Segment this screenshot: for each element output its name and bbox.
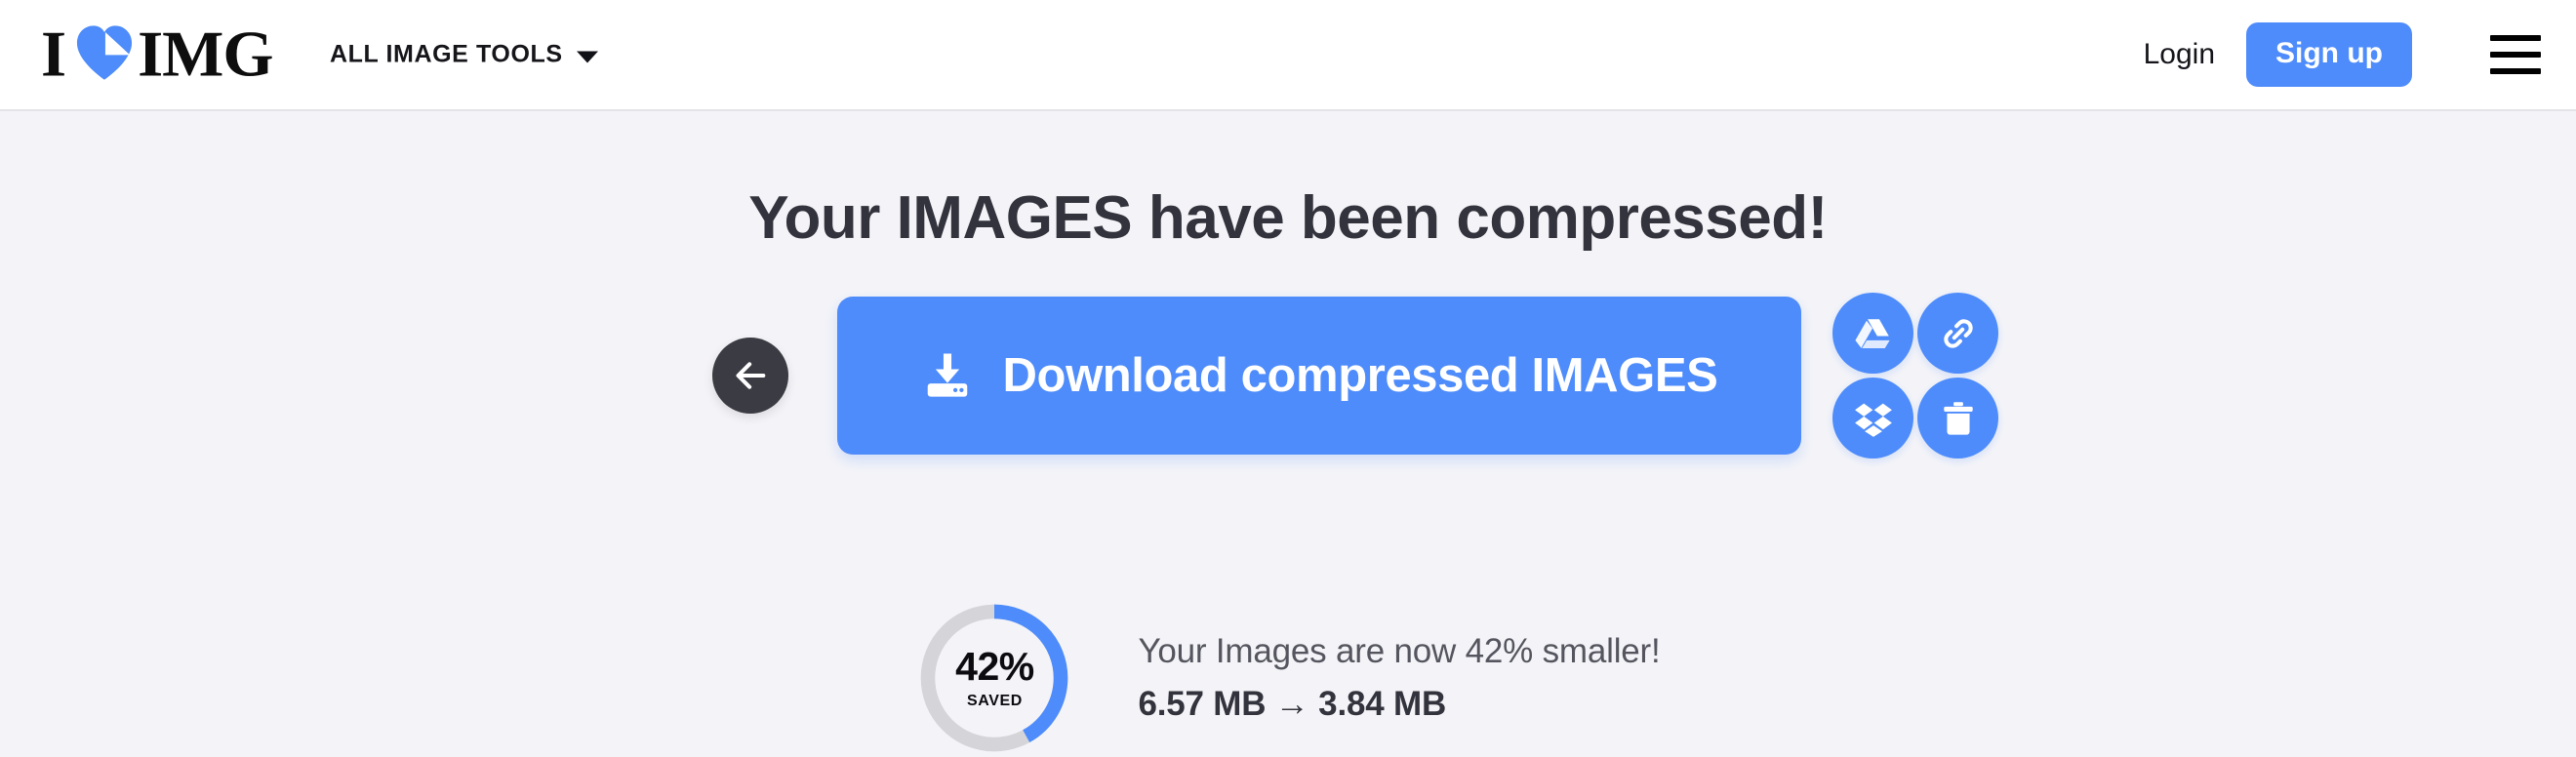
download-action-row: Download compressed IMAGES bbox=[712, 293, 1998, 458]
hamburger-line bbox=[2490, 52, 2541, 58]
back-button[interactable] bbox=[712, 338, 788, 414]
hamburger-menu-icon[interactable] bbox=[2490, 35, 2541, 74]
site-header: I IMG ALL IMAGE TOOLS Login Sign up bbox=[0, 0, 2576, 111]
arrow-left-icon bbox=[731, 356, 770, 395]
login-link[interactable]: Login bbox=[2134, 32, 2225, 77]
page-title: Your IMAGES have been compressed! bbox=[748, 184, 1828, 252]
main-content: Your IMAGES have been compressed! Downlo… bbox=[0, 111, 2576, 752]
google-drive-icon bbox=[1853, 313, 1894, 354]
logo-text-i: I bbox=[41, 18, 66, 91]
delete-button[interactable] bbox=[1917, 378, 1998, 458]
chevron-down-icon bbox=[576, 51, 598, 62]
all-image-tools-label: ALL IMAGE TOOLS bbox=[330, 40, 563, 68]
share-actions-group bbox=[1832, 293, 1998, 458]
heart-image-icon bbox=[75, 24, 134, 81]
hamburger-line bbox=[2490, 35, 2541, 41]
savings-headline: Your Images are now 42% smaller! bbox=[1138, 632, 1661, 670]
all-image-tools-menu[interactable]: ALL IMAGE TOOLS bbox=[330, 41, 598, 69]
dropbox-icon bbox=[1853, 398, 1894, 439]
download-button-label: Download compressed IMAGES bbox=[1002, 349, 1718, 402]
copy-link-button[interactable] bbox=[1917, 293, 1998, 374]
hamburger-line bbox=[2490, 68, 2541, 74]
savings-summary: 42% SAVED Your Images are now 42% smalle… bbox=[0, 599, 2576, 757]
download-compressed-images-button[interactable]: Download compressed IMAGES bbox=[837, 297, 1801, 455]
site-logo[interactable]: I IMG bbox=[41, 18, 274, 91]
logo-text-img: IMG bbox=[138, 18, 273, 91]
trash-icon bbox=[1938, 398, 1979, 439]
download-icon bbox=[921, 349, 974, 402]
savings-donut-chart: 42% SAVED bbox=[915, 599, 1073, 757]
signup-button[interactable]: Sign up bbox=[2246, 22, 2412, 87]
save-to-google-drive-button[interactable] bbox=[1832, 293, 1913, 374]
header-actions: Login Sign up bbox=[2134, 22, 2541, 87]
savings-sizes: 6.57 MB → 3.84 MB bbox=[1138, 685, 1447, 723]
save-to-dropbox-button[interactable] bbox=[1832, 378, 1913, 458]
link-icon bbox=[1938, 313, 1979, 354]
savings-details: Your Images are now 42% smaller! 6.57 MB… bbox=[1138, 632, 1660, 724]
